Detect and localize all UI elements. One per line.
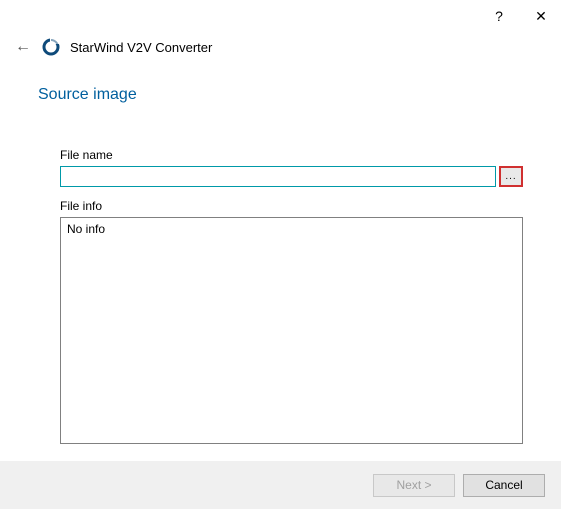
filename-row: ... xyxy=(60,166,523,187)
starwind-logo-icon xyxy=(42,38,60,56)
help-button[interactable]: ? xyxy=(487,4,511,28)
close-button[interactable]: ✕ xyxy=(529,4,553,28)
back-button[interactable]: ← xyxy=(14,38,32,56)
footer-bar: Next > Cancel xyxy=(0,461,561,509)
filename-input[interactable] xyxy=(60,166,496,187)
header-row: ← StarWind V2V Converter xyxy=(0,32,561,66)
fileinfo-content: No info xyxy=(67,222,105,236)
close-icon: ✕ xyxy=(535,8,547,25)
fileinfo-label: File info xyxy=(60,199,523,213)
page-title: Source image xyxy=(38,86,523,104)
form-group: File name ... File info No info xyxy=(60,148,523,444)
content-area: Source image File name ... File info No … xyxy=(0,66,561,444)
next-button[interactable]: Next > xyxy=(373,474,455,497)
app-title: StarWind V2V Converter xyxy=(70,40,212,55)
title-bar: ? ✕ xyxy=(0,0,561,32)
back-arrow-icon: ← xyxy=(15,38,31,55)
ellipsis-icon: ... xyxy=(505,172,516,182)
fileinfo-box: No info xyxy=(60,217,523,444)
browse-button[interactable]: ... xyxy=(499,166,523,187)
filename-label: File name xyxy=(60,148,523,162)
cancel-button[interactable]: Cancel xyxy=(463,474,545,497)
